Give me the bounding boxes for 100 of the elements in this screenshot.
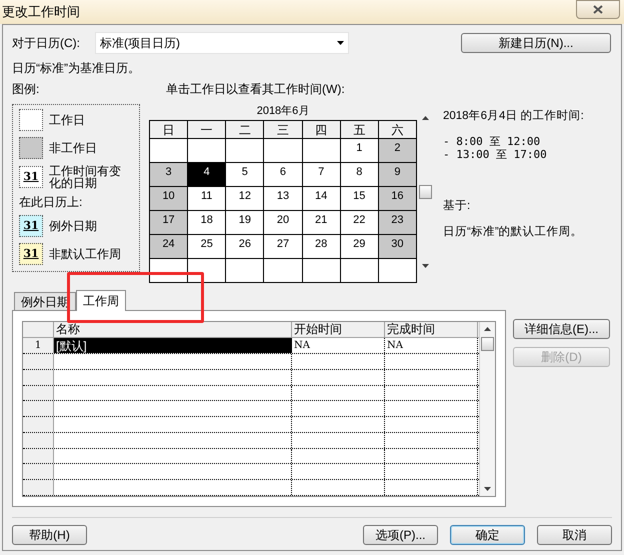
weekday-header: 五: [340, 121, 379, 139]
day-cell[interactable]: 11: [188, 187, 226, 211]
day-cell[interactable]: 14: [302, 187, 341, 211]
day-cell[interactable]: 12: [226, 187, 264, 211]
day-cell[interactable]: 4: [188, 163, 226, 187]
day-cell[interactable]: [226, 139, 264, 163]
time-range: - 8:00 至 12:00: [443, 135, 542, 148]
row-number: 1: [23, 338, 54, 353]
calendar-label: 对于日历(C):: [12, 35, 81, 52]
row-header: [23, 386, 54, 400]
day-cell[interactable]: 1: [340, 139, 379, 163]
row-header: [23, 401, 54, 416]
day-cell[interactable]: [302, 139, 341, 163]
table-cell[interactable]: NA: [292, 338, 385, 353]
day-cell[interactable]: [302, 259, 341, 283]
row-header: [23, 370, 54, 385]
day-cell[interactable]: 3: [150, 163, 188, 187]
legend-label: 例外日期: [49, 220, 98, 232]
row-header: [23, 480, 54, 496]
day-cell[interactable]: 16: [378, 187, 417, 211]
day-cell[interactable]: [188, 139, 226, 163]
day-cell[interactable]: 21: [302, 211, 341, 235]
base-calendar-note: 日历“标准”为基准日历。: [12, 60, 141, 76]
row-header: [23, 354, 54, 369]
row-header: [23, 448, 54, 464]
day-cell[interactable]: 29: [340, 235, 379, 259]
calendar-dropdown[interactable]: 标准(项目日历): [95, 32, 349, 54]
day-cell[interactable]: 17: [150, 211, 188, 235]
dialog-button[interactable]: 新建日历(N)...: [461, 33, 611, 53]
based-on-label: 基于:: [443, 198, 472, 214]
legend-label: 工作时间有变化的日期: [49, 165, 122, 189]
legend-title: 图例:: [12, 81, 40, 98]
day-cell[interactable]: 6: [264, 163, 303, 187]
legend-label: 非默认工作周: [49, 248, 122, 260]
day-cell[interactable]: 13: [264, 187, 303, 211]
scroll-thumb[interactable]: [481, 337, 494, 351]
window-title: 更改工作时间: [1, 3, 80, 21]
based-on-text: 日历“标准”的默认工作周。: [443, 224, 584, 240]
scroll-down-icon[interactable]: [484, 487, 491, 491]
day-cell[interactable]: 2: [378, 139, 417, 163]
scroll-up-icon[interactable]: [484, 327, 491, 331]
day-cell[interactable]: 22: [340, 211, 379, 235]
day-cell[interactable]: 18: [188, 211, 226, 235]
day-cell[interactable]: 10: [150, 187, 188, 211]
day-cell[interactable]: 30: [378, 235, 417, 259]
dialog-button[interactable]: 选项(P)...: [363, 525, 438, 545]
day-cell[interactable]: 24: [150, 235, 188, 259]
day-cell[interactable]: 26: [226, 235, 264, 259]
table-scrollbar[interactable]: [479, 322, 495, 496]
legend-subtitle: 在此日历上:: [19, 195, 84, 209]
column-header[interactable]: 完成时间: [385, 322, 478, 337]
weekday-header: 四: [302, 121, 341, 139]
day-cell[interactable]: [340, 259, 379, 283]
day-cell[interactable]: [226, 259, 264, 283]
caret-icon: [337, 41, 344, 45]
calendar-instruction: 单击工作日以查看其工作时间(W):: [166, 81, 345, 98]
scroll-up-icon[interactable]: [422, 116, 429, 120]
row-header: [23, 432, 54, 448]
table-cell[interactable]: NA: [385, 338, 478, 353]
weekday-header: 日: [150, 121, 188, 139]
dialog-button[interactable]: 确定: [450, 525, 525, 545]
day-cell[interactable]: 25: [188, 235, 226, 259]
day-cell[interactable]: 23: [378, 211, 417, 235]
weekday-header: 二: [226, 121, 264, 139]
column-header[interactable]: 名称: [54, 322, 292, 337]
tab[interactable]: 工作周: [76, 290, 126, 311]
legend-label: 工作日: [49, 114, 86, 126]
day-cell[interactable]: 9: [378, 163, 417, 187]
day-cell[interactable]: [188, 259, 226, 283]
month-title: 2018年6月: [256, 104, 310, 119]
scroll-thumb[interactable]: [419, 185, 432, 199]
table-cell[interactable]: [默认]: [54, 338, 292, 353]
day-cell[interactable]: 15: [340, 187, 379, 211]
weekday-header: 三: [264, 121, 303, 139]
day-cell[interactable]: [264, 139, 303, 163]
day-cell[interactable]: 19: [226, 211, 264, 235]
weekday-header: 六: [378, 121, 417, 139]
day-cell[interactable]: [264, 259, 303, 283]
day-cell[interactable]: 7: [302, 163, 341, 187]
day-cell[interactable]: 5: [226, 163, 264, 187]
close-icon: [593, 5, 603, 14]
legend-swatch: 31: [19, 215, 43, 237]
working-time-heading: 2018年6月4日 的工作时间:: [443, 108, 584, 124]
scroll-down-icon[interactable]: [422, 264, 429, 268]
day-cell[interactable]: [378, 259, 417, 283]
weekday-header: 一: [188, 121, 226, 139]
day-cell[interactable]: [150, 139, 188, 163]
column-header[interactable]: 开始时间: [292, 322, 385, 337]
dialog-button[interactable]: 帮助(H): [12, 525, 87, 545]
legend-label: 非工作日: [49, 142, 98, 154]
close-button[interactable]: [576, 0, 620, 19]
legend-swatch: 31: [19, 166, 43, 188]
day-cell[interactable]: 28: [302, 235, 341, 259]
row-header: [23, 464, 54, 480]
day-cell[interactable]: 27: [264, 235, 303, 259]
day-cell[interactable]: 20: [264, 211, 303, 235]
day-cell[interactable]: 8: [340, 163, 379, 187]
legend-swatch: 31: [19, 243, 43, 265]
dialog-button[interactable]: 详细信息(E)...: [513, 319, 610, 339]
dialog-button[interactable]: 取消: [537, 525, 612, 545]
